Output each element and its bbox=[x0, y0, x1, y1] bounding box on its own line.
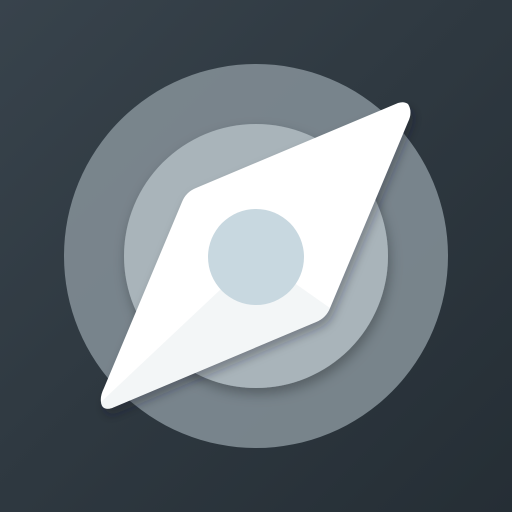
compass-icon bbox=[64, 64, 448, 448]
app-icon-canvas bbox=[0, 0, 512, 512]
compass-center-dot bbox=[208, 209, 304, 305]
